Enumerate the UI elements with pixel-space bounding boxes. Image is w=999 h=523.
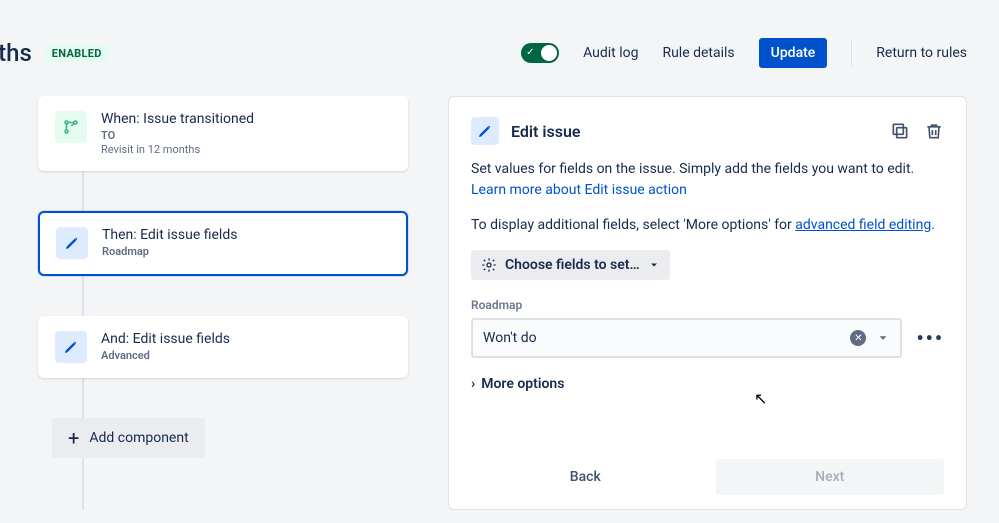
learn-more-link[interactable]: Learn more about Edit issue action [471,182,687,198]
panel-header-actions [890,121,944,141]
chevron-down-icon[interactable] [876,331,890,345]
action2-field: Advanced [101,349,230,363]
roadmap-field-label: Roadmap [471,298,944,312]
rule-chain: When: Issue transitioned TO Revisit in 1… [38,96,408,510]
panel-header-left: Edit issue [471,117,581,145]
update-button[interactable]: Update [759,38,828,68]
enabled-badge: ENABLED [46,45,108,62]
action1-title: Then: Edit issue fields [102,227,237,243]
trash-icon[interactable] [924,121,944,141]
header-separator [851,40,852,66]
action2-title: And: Edit issue fields [101,331,230,347]
action-node-1[interactable]: Then: Edit issue fields Roadmap [38,211,408,275]
trigger-text: When: Issue transitioned TO Revisit in 1… [101,111,254,156]
choose-fields-label: Choose fields to set… [505,257,640,273]
roadmap-select-controls: ✕ [850,330,890,346]
add-component-button[interactable]: + Add component [52,418,205,458]
trigger-node[interactable]: When: Issue transitioned TO Revisit in 1… [38,96,408,171]
choose-fields-button[interactable]: Choose fields to set… [471,250,670,280]
trigger-to-label: TO [101,129,254,143]
rule-details-link[interactable]: Rule details [662,45,734,61]
pencil-icon [55,331,87,363]
return-to-rules-link[interactable]: Return to rules [876,45,967,61]
trigger-status: Revisit in 12 months [101,143,254,156]
panel-description-1: Set values for fields on the issue. Simp… [471,159,944,201]
desc2a-text: To display additional fields, select 'Mo… [471,217,795,233]
copy-icon[interactable] [890,121,910,141]
next-label: Next [815,469,844,485]
clear-icon[interactable]: ✕ [850,330,866,346]
panel-header: Edit issue [471,117,944,145]
panel-description-2: To display additional fields, select 'Mo… [471,215,944,236]
chevron-right-icon: › [471,376,475,392]
field-more-menu[interactable]: ••• [916,326,944,350]
action1-text: Then: Edit issue fields Roadmap [102,227,237,259]
pencil-icon [56,227,88,259]
action-node-2[interactable]: And: Edit issue fields Advanced [38,316,408,378]
check-icon: ✓ [526,47,534,58]
trigger-title: When: Issue transitioned [101,111,254,127]
pencil-icon [471,117,499,145]
next-button: Next [716,459,945,495]
header-left: iths ENABLED [0,39,108,67]
rule-enabled-toggle[interactable]: ✓ [521,43,559,63]
body: When: Issue transitioned TO Revisit in 1… [0,78,999,510]
desc1-text: Set values for fields on the issue. Simp… [471,161,914,177]
branch-icon [55,111,87,143]
roadmap-field-row: Won't do ✕ ••• [471,318,944,358]
panel-title: Edit issue [511,122,581,141]
edit-issue-panel: Edit issue Set values for fields on the … [448,96,967,510]
header-right: ✓ Audit log Rule details Update Return t… [521,38,967,68]
advanced-field-editing-link[interactable]: advanced field editing [795,217,931,233]
roadmap-select-value: Won't do [483,330,537,346]
more-options-toggle[interactable]: › More options [471,376,944,392]
chevron-down-icon [648,259,660,271]
roadmap-select[interactable]: Won't do ✕ [471,318,902,358]
plus-icon: + [68,428,79,448]
back-label: Back [570,469,601,485]
page-header: iths ENABLED ✓ Audit log Rule details Up… [0,0,999,78]
back-button[interactable]: Back [471,459,700,495]
more-options-label: More options [481,376,564,392]
panel-footer: Back Next [471,459,944,495]
action2-text: And: Edit issue fields Advanced [101,331,230,363]
desc2b-text: . [931,217,935,233]
add-component-label: Add component [89,430,188,446]
audit-log-link[interactable]: Audit log [583,45,638,61]
action1-field: Roadmap [102,245,237,259]
gear-icon [481,257,497,273]
rule-title-fragment: iths [0,39,32,67]
toggle-knob [541,45,557,61]
